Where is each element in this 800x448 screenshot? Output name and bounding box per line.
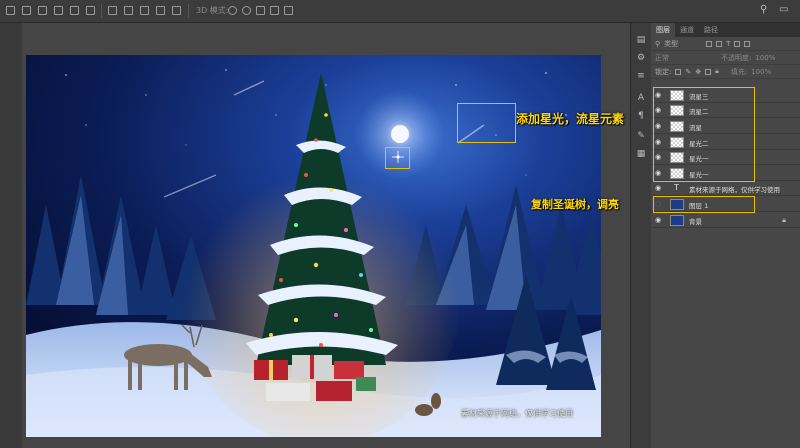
smart-filter-icon[interactable]: [744, 40, 751, 47]
type-filter-icon[interactable]: T: [726, 40, 730, 48]
panel-dock-strip: ▤ ⚙ ≡ A ¶ ✎ ▦: [630, 23, 651, 448]
3d-roll-icon[interactable]: [242, 6, 251, 15]
shape-filter-icon[interactable]: [734, 40, 741, 47]
distribute-top-icon[interactable]: [108, 6, 117, 15]
tab-layers[interactable]: 图层: [651, 23, 675, 37]
blend-mode-select[interactable]: 正常: [655, 53, 717, 63]
layer-thumbnail: [670, 215, 684, 226]
options-bar: 3D 模式: ⚲ ▭: [0, 0, 800, 23]
search-icon[interactable]: ⚲: [760, 4, 767, 15]
lock-row: 锁定: ✎ ✥ 🔒︎ 填充: 100%: [651, 65, 800, 79]
layer-filter-select[interactable]: 类型: [664, 39, 702, 49]
filter-icon: ⚲: [655, 39, 661, 48]
layer-name: 背景: [689, 218, 702, 226]
tab-paths[interactable]: 路径: [699, 23, 723, 37]
align-left-icon[interactable]: [6, 6, 15, 15]
pixel-filter-icon[interactable]: [706, 40, 713, 47]
adjustment-filter-icon[interactable]: [716, 40, 723, 47]
3d-slide-icon[interactable]: [270, 6, 279, 15]
star-highlight-box: [385, 147, 410, 169]
tab-channels[interactable]: 通道: [675, 23, 699, 37]
align-center-icon[interactable]: [22, 6, 31, 15]
layers-panel: 图层 通道 路径 ⚲ 类型 T 正常 不透明度: 100% 锁定: ✎ ✥ 🔒︎…: [651, 23, 800, 448]
fill-label: 填充:: [730, 67, 748, 76]
distribute-right-icon[interactable]: [172, 6, 181, 15]
tree-layer-highlight-box: [653, 196, 755, 213]
distribute-middle-icon[interactable]: [124, 6, 133, 15]
canvas-watermark-text: 素材来源于网络，仅供学习使用: [461, 409, 573, 418]
annotation-stars-meteors: 添加星光，流星元素: [516, 112, 625, 126]
layer-row[interactable]: ◉ 背景 🔒︎: [651, 213, 800, 228]
layer-name: 素材来源于网络，仅供学习使用: [689, 186, 780, 194]
lock-transparent-icon[interactable]: [675, 68, 682, 75]
panel-tabs: 图层 通道 路径: [651, 23, 800, 37]
character-icon[interactable]: A: [636, 93, 646, 103]
paragraph-icon[interactable]: ¶: [636, 111, 646, 121]
layer-filter-row: ⚲ 类型 T: [651, 37, 800, 51]
left-toolbar: [0, 23, 22, 448]
blend-row: 正常 不透明度: 100%: [651, 51, 800, 65]
annotation-duplicate-tree: 复制圣诞树，调亮: [531, 198, 619, 211]
swatches-icon[interactable]: ▦: [636, 149, 646, 159]
layer-row[interactable]: ◉ T 素材来源于网络，仅供学习使用: [651, 181, 800, 196]
properties-icon[interactable]: ⚙: [636, 53, 646, 63]
new-layers-highlight-box: [653, 87, 755, 182]
lock-all-icon[interactable]: 🔒︎: [715, 67, 719, 76]
workspace-icon[interactable]: ▭: [779, 4, 788, 15]
history-icon[interactable]: ▤: [636, 35, 646, 45]
align-top-icon[interactable]: [54, 6, 63, 15]
3d-pan-icon[interactable]: [256, 6, 265, 15]
adjustments-icon[interactable]: ≡: [636, 71, 646, 81]
3d-mode-label: 3D 模式:: [196, 6, 229, 15]
lock-artboard-icon[interactable]: [705, 68, 712, 75]
eye-icon[interactable]: ◉: [655, 216, 663, 224]
align-middle-icon[interactable]: [70, 6, 79, 15]
opacity-label: 不透明度:: [721, 53, 752, 62]
align-right-icon[interactable]: [38, 6, 47, 15]
fill-value[interactable]: 100%: [751, 68, 771, 76]
lock-label: 锁定:: [655, 67, 672, 76]
opacity-value[interactable]: 100%: [755, 54, 775, 62]
meteor-highlight-box: [457, 103, 516, 143]
distribute-left-icon[interactable]: [156, 6, 165, 15]
lock-move-icon[interactable]: ✥: [695, 68, 701, 76]
brush-icon[interactable]: ✎: [636, 131, 646, 141]
align-bottom-icon[interactable]: [86, 6, 95, 15]
eye-icon[interactable]: ◉: [655, 184, 663, 192]
distribute-bottom-icon[interactable]: [140, 6, 149, 15]
text-layer-icon: T: [674, 183, 679, 192]
lock-icon: 🔒︎: [782, 216, 786, 224]
lock-paint-icon[interactable]: ✎: [685, 68, 691, 76]
3d-scale-icon[interactable]: [284, 6, 293, 15]
3d-rotate-icon[interactable]: [228, 6, 237, 15]
